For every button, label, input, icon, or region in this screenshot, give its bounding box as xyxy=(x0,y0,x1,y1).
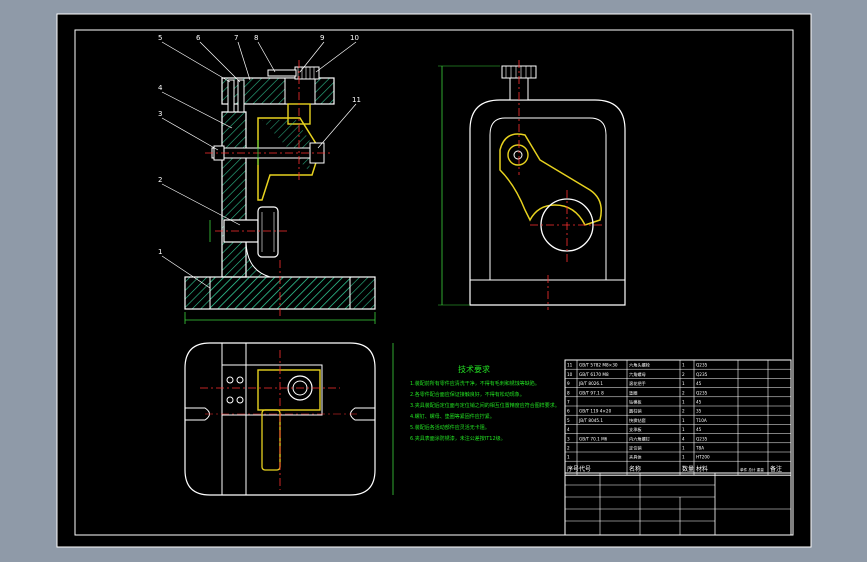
parts-cell-no: 11 xyxy=(567,363,573,368)
parts-cell-no: 8 xyxy=(567,390,570,395)
parts-cell-no: 2 xyxy=(567,446,570,451)
note-line-2: 2.各零件配合面应保证接触良好，不得有松动现象。 xyxy=(410,391,525,398)
parts-cell-name: 夹具体 xyxy=(629,454,642,461)
parts-cell-code: GB/T 5782 M8×30 xyxy=(579,363,618,368)
parts-cell-no: 7 xyxy=(567,400,570,405)
note-line-4: 4.螺钉、螺母、垫圈等紧固件应拧紧。 xyxy=(410,413,495,420)
parts-cell-mat: 45 xyxy=(696,427,702,432)
parts-cell-qty: 1 xyxy=(682,446,685,451)
parts-header-name: 名称 xyxy=(629,465,641,473)
parts-header-qty: 数量 xyxy=(682,465,694,473)
parts-cell-code: JB/T 8026.1 xyxy=(578,381,603,386)
parts-cell-no: 3 xyxy=(567,436,570,441)
parts-cell-name: 滚花把手 xyxy=(629,380,646,387)
parts-cell-mat: Q235 xyxy=(696,436,708,441)
parts-header-note: 备注 xyxy=(770,465,782,473)
balloon-1: 1 xyxy=(158,248,162,256)
parts-cell-no: 4 xyxy=(567,427,570,432)
parts-cell-no: 1 xyxy=(567,455,570,460)
parts-cell-name: 六角头螺栓 xyxy=(629,362,651,369)
parts-cell-mat: Q235 xyxy=(696,372,708,377)
balloon-4: 4 xyxy=(158,84,163,92)
note-line-3: 3.夹具装配后定位面与定位销之间的相互位置精度应符合图样要求。 xyxy=(410,402,560,409)
balloon-5: 5 xyxy=(158,34,162,42)
note-line-1: 1.装配前所有零件应清洗干净，不得有毛刺和锈蚀等缺陷。 xyxy=(410,380,540,387)
parts-cell-qty: 4 xyxy=(682,436,685,441)
parts-header-code: 代号 xyxy=(579,465,591,473)
balloon-10: 10 xyxy=(350,34,359,42)
parts-header-mat: 材料 xyxy=(696,465,708,473)
parts-cell-name: 快换钻套 xyxy=(629,417,647,424)
parts-cell-qty: 1 xyxy=(682,418,685,423)
parts-cell-mat: HT200 xyxy=(696,455,710,460)
parts-cell-qty: 1 xyxy=(682,363,685,368)
parts-cell-qty: 2 xyxy=(682,390,685,395)
parts-cell-name: 定位销 xyxy=(629,445,642,452)
parts-cell-qty: 1 xyxy=(682,427,685,432)
parts-cell-name: 钻模板 xyxy=(629,399,642,406)
parts-cell-mat: 45 xyxy=(696,400,702,405)
parts-cell-qty: 1 xyxy=(682,455,685,460)
parts-cell-mat: Q235 xyxy=(696,390,708,395)
parts-cell-no: 9 xyxy=(567,381,570,386)
balloon-3: 3 xyxy=(158,110,162,118)
parts-cell-mat: 45 xyxy=(696,381,702,386)
parts-cell-code: JB/T 8045.1 xyxy=(578,418,603,423)
balloon-11: 11 xyxy=(352,96,361,104)
parts-header-weight: 单件 总计 重量 xyxy=(740,467,764,472)
parts-cell-qty: 1 xyxy=(682,381,685,386)
parts-cell-no: 6 xyxy=(567,409,570,414)
parts-cell-name: 六角螺母 xyxy=(629,371,646,378)
balloon-9: 9 xyxy=(320,34,324,42)
parts-cell-code: GB/T 6170 M8 xyxy=(579,372,609,377)
parts-cell-code: GB/T 70.1 M6 xyxy=(579,436,608,441)
balloon-8: 8 xyxy=(254,34,258,42)
balloon-2: 2 xyxy=(158,176,162,184)
parts-cell-no: 5 xyxy=(567,418,570,423)
parts-cell-mat: T10A xyxy=(695,418,707,423)
note-line-6: 6.夹具表面涂防锈漆，未注公差按IT12级。 xyxy=(410,435,506,442)
balloon-6: 6 xyxy=(196,34,201,42)
parts-cell-name: 支承板 xyxy=(629,426,642,433)
notes-title: 技术要求 xyxy=(458,364,490,374)
parts-cell-code: GB/T 97.1 8 xyxy=(579,390,604,395)
parts-cell-qty: 2 xyxy=(682,409,685,414)
parts-cell-mat: 35 xyxy=(696,409,702,414)
parts-cell-mat: Q235 xyxy=(696,363,708,368)
parts-cell-qty: 2 xyxy=(682,372,685,377)
note-line-5: 5.装配后各活动部件应灵活无卡阻。 xyxy=(410,424,490,431)
parts-cell-code: GB/T 119 4×20 xyxy=(579,409,612,414)
parts-cell-name: 垫圈 xyxy=(629,389,637,396)
cad-drawing: 5 6 7 8 9 10 4 3 11 2 1 技术要求 1.装配前所有零件应清… xyxy=(56,13,812,548)
parts-cell-no: 10 xyxy=(567,372,573,377)
balloon-7: 7 xyxy=(234,34,238,42)
column xyxy=(221,111,247,278)
parts-cell-name: 内六角螺钉 xyxy=(629,435,651,442)
parts-header-no: 序号 xyxy=(567,465,579,473)
parts-cell-qty: 1 xyxy=(682,400,685,405)
parts-cell-mat: T8A xyxy=(695,446,704,451)
parts-cell-name: 圆柱销 xyxy=(629,408,642,415)
